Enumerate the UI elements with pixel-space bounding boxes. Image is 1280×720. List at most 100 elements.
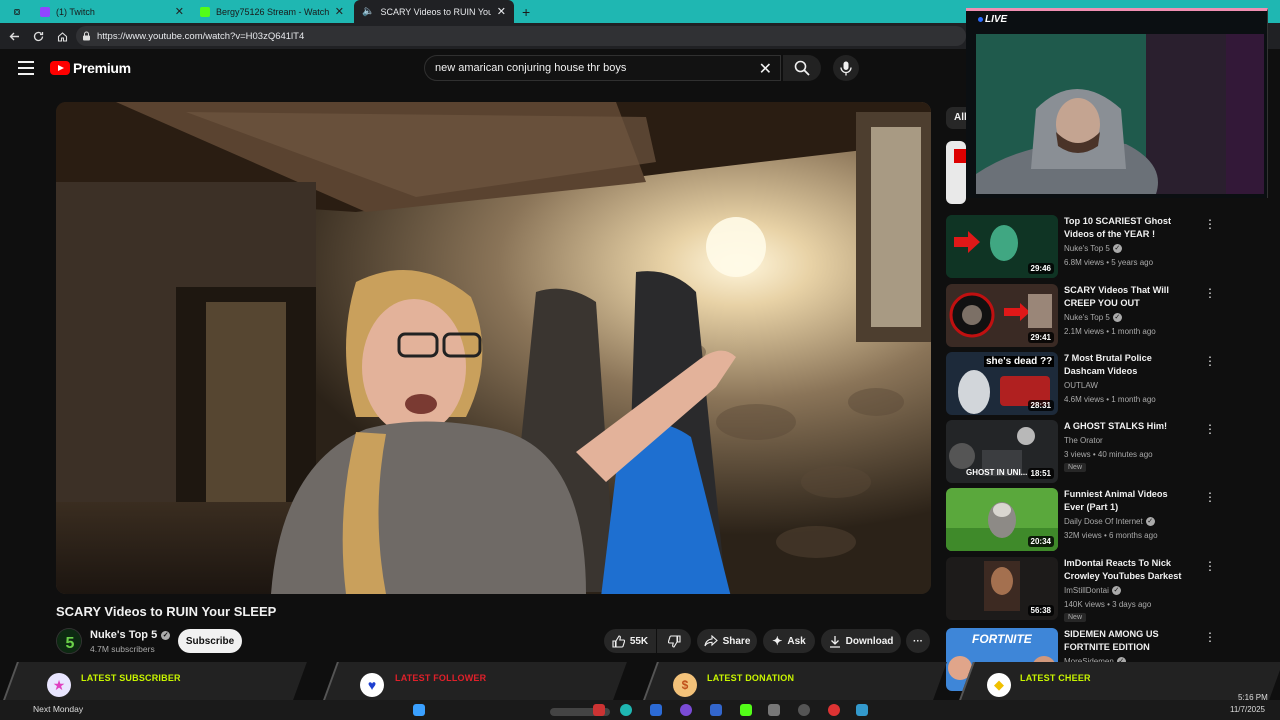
close-icon[interactable]: ✕ xyxy=(497,5,506,18)
recommendation-title[interactable]: ImDontai Reacts To Nick Crowley YouTubes… xyxy=(1064,557,1188,584)
voice-search-button[interactable] xyxy=(833,55,859,81)
recommendation-item[interactable]: 20:34 Funniest Animal Videos Ever (Part … xyxy=(946,488,1226,552)
video-thumbnail[interactable]: 20:34 xyxy=(946,488,1058,551)
kebab-menu-icon[interactable]: ⋮ xyxy=(1204,490,1216,504)
thumbs-up-icon xyxy=(612,634,625,648)
recommendation-item[interactable]: 56:38 ImDontai Reacts To Nick Crowley Yo… xyxy=(946,557,1226,622)
recommendation-title[interactable]: Top 10 SCARIEST Ghost Videos of the YEAR… xyxy=(1064,215,1188,241)
kebab-menu-icon[interactable]: ⋮ xyxy=(1204,217,1216,231)
dollar-icon: $ xyxy=(673,673,697,697)
clock-date[interactable]: 11/7/2025 xyxy=(1230,705,1265,714)
video-thumbnail[interactable] xyxy=(946,141,966,204)
video-thumbnail[interactable]: 29:41 xyxy=(946,284,1058,347)
video-player[interactable] xyxy=(56,102,931,594)
close-icon[interactable]: ✕ xyxy=(335,5,344,18)
tab-twitch[interactable]: (1) Twitch ✕ xyxy=(32,0,192,23)
app-icon[interactable] xyxy=(828,704,840,716)
recommendation-item[interactable]: she's dead ?? 28:31 7 Most Brutal Police… xyxy=(946,352,1226,416)
close-icon[interactable]: ✕ xyxy=(175,5,184,18)
video-thumbnail[interactable]: she's dead ?? 28:31 xyxy=(946,352,1058,415)
clear-search-icon[interactable]: ✕ xyxy=(759,59,772,79)
clock-time[interactable]: 5:16 PM xyxy=(1238,693,1268,702)
search-button[interactable] xyxy=(783,55,821,81)
ask-button[interactable]: ✦ Ask xyxy=(763,629,815,653)
back-button[interactable] xyxy=(2,24,26,48)
channel-name[interactable]: Nuke's Top 5 ✓ xyxy=(90,629,171,641)
diamond-icon: ◆ xyxy=(987,673,1011,697)
twitch-favicon-icon xyxy=(40,6,50,17)
tab-youtube-active[interactable]: 🔈 SCARY Videos to RUIN Your ✕ xyxy=(354,0,514,23)
thumbnail-caption: FORTNITE xyxy=(972,632,1032,646)
logo-text: Premium xyxy=(73,60,131,76)
kick-icon[interactable] xyxy=(740,704,752,716)
verified-icon: ✓ xyxy=(1112,244,1122,253)
channel-name-text: Daily Dose Of Internet xyxy=(1064,517,1143,526)
recommendation-channel[interactable]: ImStillDontai ✓ xyxy=(1064,586,1121,595)
recommendation-channel[interactable]: Nuke's Top 5 ✓ xyxy=(1064,313,1122,322)
subscribe-button[interactable]: Subscribe xyxy=(178,629,242,653)
tab-kick-stream[interactable]: Bergy75126 Stream - Watch Live ✕ xyxy=(192,0,352,23)
share-label: Share xyxy=(722,635,751,647)
latest-donation-label: LATEST DONATION xyxy=(707,673,795,683)
home-button[interactable] xyxy=(50,24,74,48)
kebab-menu-icon[interactable]: ⋮ xyxy=(1204,286,1216,300)
dislike-button[interactable] xyxy=(657,629,691,653)
discord-icon[interactable] xyxy=(680,704,692,716)
video-thumbnail[interactable]: GHOST IN UNI... 18:51 xyxy=(946,420,1058,483)
youtube-premium-logo[interactable]: Premium xyxy=(50,60,131,76)
hamburger-menu-icon[interactable] xyxy=(18,61,34,75)
app-icon[interactable] xyxy=(856,704,868,716)
download-icon xyxy=(829,635,840,648)
more-actions-button[interactable]: ··· xyxy=(906,629,930,653)
video-thumbnail[interactable]: 56:38 xyxy=(946,557,1058,620)
kick-favicon-icon xyxy=(200,6,210,17)
recommendation-title[interactable]: Funniest Animal Videos Ever (Part 1) xyxy=(1064,488,1188,514)
app-icon[interactable] xyxy=(650,704,662,716)
app-icon[interactable] xyxy=(798,704,810,716)
recommendation-title[interactable]: SCARY Videos That Will CREEP YOU OUT xyxy=(1064,284,1188,310)
recommendation-meta: 140K views • 3 days ago xyxy=(1064,600,1152,609)
recommendation-item[interactable]: 29:41 SCARY Videos That Will CREEP YOU O… xyxy=(946,284,1226,348)
arrow-left-icon xyxy=(9,32,19,40)
recommendation-title[interactable]: SIDEMEN AMONG US FORTNITE EDITION xyxy=(1064,628,1188,654)
more-icon: ··· xyxy=(913,635,923,647)
heart-icon: ♥ xyxy=(360,673,384,697)
share-button[interactable]: Share xyxy=(697,629,757,653)
search-input[interactable]: new amarican conjuring house thr boys ✕ xyxy=(424,55,781,81)
browser-icon[interactable] xyxy=(620,704,632,716)
recommendation-item[interactable]: GHOST IN UNI... 18:51 A GHOST STALKS Him… xyxy=(946,420,1226,484)
recommendation-meta: 32M views • 6 months ago xyxy=(1064,531,1158,540)
reload-button[interactable] xyxy=(26,24,50,48)
speaker-icon[interactable]: 🔈 xyxy=(362,6,374,17)
like-button[interactable]: 55K xyxy=(604,629,656,653)
app-icon[interactable] xyxy=(710,704,722,716)
new-tab-button[interactable]: + xyxy=(514,0,536,23)
recommendation-channel[interactable]: OUTLAW xyxy=(1064,381,1098,390)
app-icon[interactable] xyxy=(593,704,605,716)
recommendation-channel[interactable]: Daily Dose Of Internet ✓ xyxy=(1064,517,1155,526)
site-info-icon[interactable] xyxy=(82,31,91,41)
windows-start-icon[interactable] xyxy=(413,704,425,716)
webcam-feed xyxy=(976,34,1264,194)
recommendation-channel[interactable]: Nuke's Top 5 ✓ xyxy=(1064,244,1122,253)
kebab-menu-icon[interactable]: ⋮ xyxy=(1204,559,1216,573)
video-thumbnail[interactable]: 29:46 xyxy=(946,215,1058,278)
tab-label: (1) Twitch xyxy=(56,6,95,17)
thumbs-down-icon xyxy=(667,634,681,648)
kebab-menu-icon[interactable]: ⋮ xyxy=(1204,422,1216,436)
kebab-menu-icon[interactable]: ⋮ xyxy=(1204,630,1216,644)
download-button[interactable]: Download xyxy=(821,629,901,653)
recommendation-title[interactable]: 7 Most Brutal Police Dashcam Videos xyxy=(1064,352,1188,378)
search-query-text: new amarican conjuring house thr boys xyxy=(435,62,627,74)
address-bar[interactable]: https://www.youtube.com/watch?v=H03zQ641… xyxy=(76,26,966,46)
recommendation-item[interactable]: 29:46 Top 10 SCARIEST Ghost Videos of th… xyxy=(946,215,1226,279)
tab-actions-icon[interactable] xyxy=(6,0,28,23)
channel-avatar[interactable]: 5 xyxy=(56,628,82,654)
recommendation-title[interactable]: A GHOST STALKS Him! xyxy=(1064,420,1188,433)
recommendation-channel[interactable]: The Orator xyxy=(1064,436,1103,445)
weather-widget[interactable]: Next Monday xyxy=(33,704,83,714)
kebab-menu-icon[interactable]: ⋮ xyxy=(1204,354,1216,368)
app-icon[interactable] xyxy=(768,704,780,716)
latest-subscriber-label: LATEST SUBSCRIBER xyxy=(81,673,181,683)
share-icon xyxy=(704,635,718,647)
